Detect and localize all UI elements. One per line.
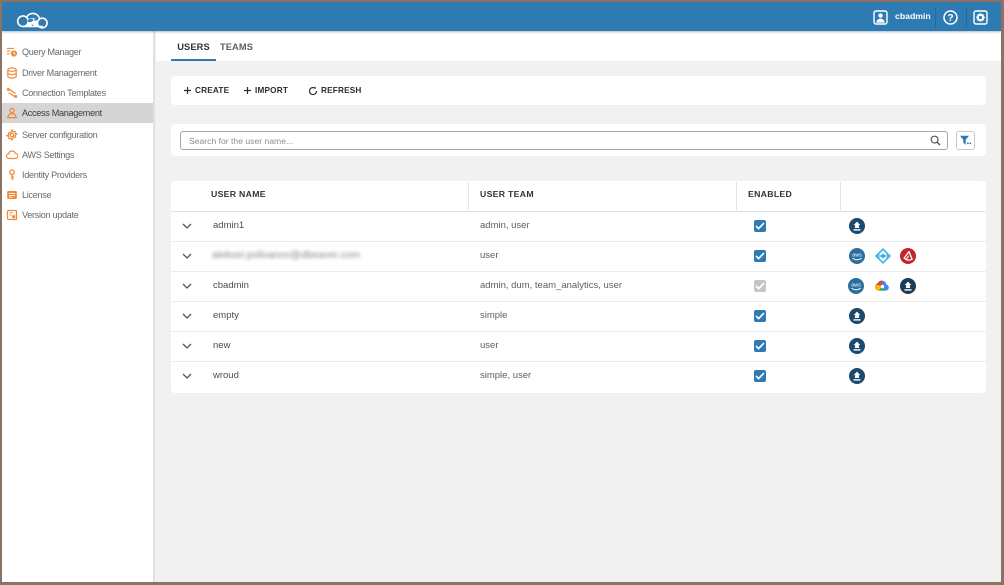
- svg-text:?: ?: [947, 13, 953, 24]
- svg-text:aws: aws: [852, 253, 862, 259]
- svg-text:aws: aws: [851, 283, 861, 289]
